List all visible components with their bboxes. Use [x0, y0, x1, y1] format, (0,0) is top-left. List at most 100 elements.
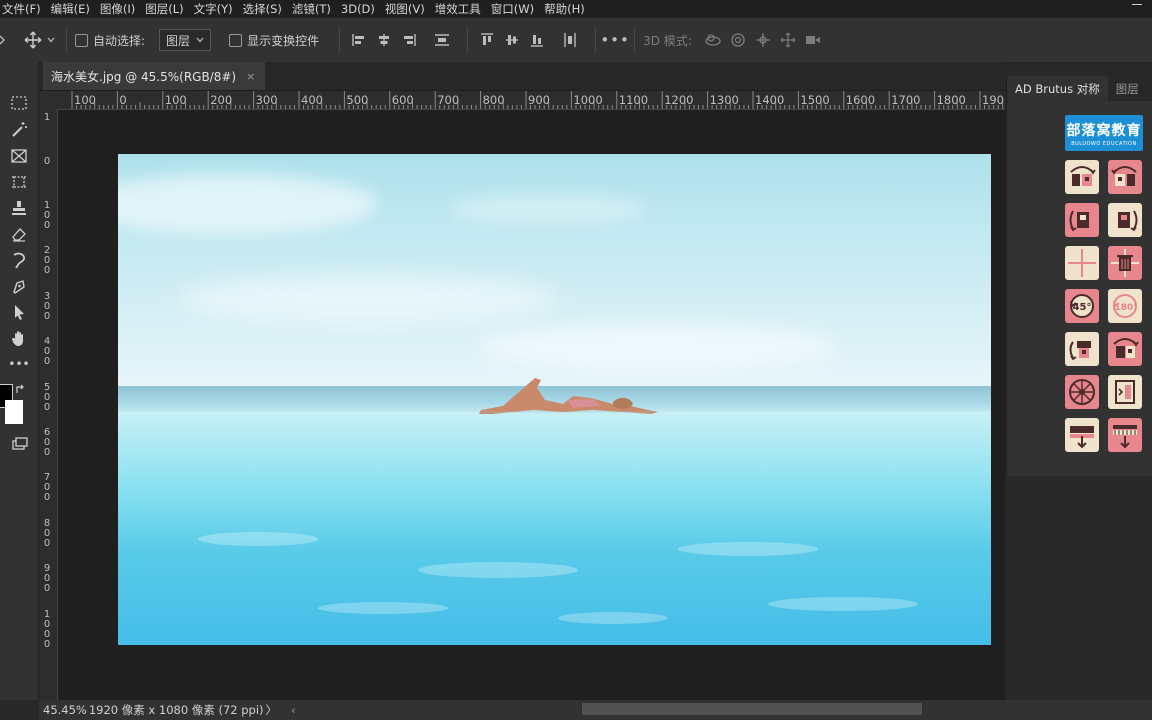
3d-roll-icon[interactable] — [727, 29, 749, 51]
water-ripple — [198, 532, 318, 546]
minimize-icon[interactable] — [1132, 4, 1142, 5]
panel-tabs: AD Brutus 对称 图层 — [1007, 76, 1152, 101]
auto-select-checkbox[interactable] — [75, 33, 88, 47]
stamp-tool-icon[interactable] — [8, 197, 30, 219]
document-tab[interactable]: 海水美女.jpg @ 45.5%(RGB/8#) × — [43, 62, 266, 90]
ruler-left-label: 700 — [42, 473, 52, 503]
flip-horizontal-icon — [1118, 210, 1138, 232]
align-center-h-icon[interactable] — [373, 29, 395, 51]
menu-type[interactable]: 文字(Y) — [189, 1, 238, 17]
mirror-left-icon — [1070, 166, 1096, 186]
water-ripple — [768, 597, 918, 611]
ruler-top-label: 300 — [255, 93, 278, 107]
ruler-top-label: 700 — [437, 93, 460, 107]
frame-tool-icon[interactable] — [8, 145, 30, 167]
pen-tool-icon[interactable] — [8, 275, 30, 297]
rotate-left-button[interactable] — [1065, 332, 1099, 366]
delete-guides-button[interactable] — [1108, 246, 1142, 280]
rotate-right-button[interactable] — [1108, 332, 1142, 366]
layer-dropdown[interactable]: 图层 — [159, 29, 212, 51]
ruler-top-label: 1100 — [618, 93, 649, 107]
ruler-left-digit: 1 — [43, 112, 51, 123]
auto-select-label: 自动选择: — [93, 33, 146, 48]
menu-image[interactable]: 图像(I) — [95, 1, 140, 17]
ruler-left-digit: 0 — [43, 401, 51, 413]
3d-rotate-icon[interactable] — [702, 29, 724, 51]
distribute-v-icon[interactable] — [431, 29, 453, 51]
move-tool-icon[interactable] — [22, 29, 44, 51]
magic-wand-tool-icon[interactable] — [8, 118, 30, 140]
ruler-top-label: 1800 — [936, 93, 966, 107]
menu-file[interactable]: 文件(F) — [0, 1, 46, 17]
close-tab-icon[interactable]: × — [246, 70, 255, 83]
3d-slide-icon[interactable] — [777, 29, 799, 51]
separator — [634, 28, 636, 52]
tools-panel: ••• — [0, 62, 39, 700]
zoom-level[interactable]: 45.45% — [43, 703, 87, 717]
menu-filter[interactable]: 滤镜(T) — [287, 1, 336, 17]
merge-down-button[interactable] — [1108, 418, 1142, 452]
menu-layer[interactable]: 图层(L) — [140, 1, 188, 17]
hand-tool-icon[interactable] — [8, 327, 30, 349]
show-transform-checkbox[interactable] — [229, 33, 243, 47]
chevron-down-icon[interactable] — [44, 29, 58, 51]
menu-view[interactable]: 视图(V) — [380, 1, 430, 17]
menu-window[interactable]: 窗口(W) — [486, 1, 539, 17]
tool-preset-chevron-icon[interactable] — [0, 29, 8, 51]
background-color-swatch[interactable] — [5, 400, 23, 424]
ruler-horizontal[interactable]: 100 0 100 200 300 400 500 600 700 800 900 1000 1100 1… — [57, 91, 1005, 110]
ruler-vertical[interactable]: 101002003004005006007008009001000 — [39, 109, 58, 700]
menu-help[interactable]: 帮助(H) — [539, 1, 590, 17]
more-options-icon[interactable]: ••• — [600, 29, 629, 51]
eraser-tool-icon[interactable] — [8, 223, 30, 245]
image-canvas[interactable] — [118, 154, 991, 645]
cloud — [478, 324, 838, 369]
menu-3d[interactable]: 3D(D) — [336, 2, 380, 16]
menu-plugins[interactable]: 增效工具 — [430, 1, 486, 17]
brand-subtitle: BULUOWO EDUCATION — [1071, 140, 1137, 147]
water-ripple — [558, 612, 668, 624]
symmetry-flip-horizontal-button[interactable] — [1108, 203, 1142, 237]
marquee-tool-icon[interactable] — [8, 92, 30, 114]
svg-text:180°: 180° — [1114, 303, 1137, 313]
crop-tool-icon[interactable] — [8, 171, 30, 193]
align-middle-icon[interactable] — [501, 29, 523, 51]
path-select-tool-icon[interactable] — [8, 301, 30, 323]
screen-mode-icon[interactable] — [8, 434, 30, 456]
ruler-top-label: 800 — [482, 93, 505, 107]
distribute-h-icon[interactable] — [559, 29, 581, 51]
align-bottom-icon[interactable] — [526, 29, 548, 51]
symmetry-flip-vertical-button[interactable] — [1065, 203, 1099, 237]
symmetry-right-button[interactable] — [1108, 160, 1142, 194]
horizontal-scrollbar-thumb[interactable] — [582, 703, 922, 715]
tab-layers[interactable]: 图层 — [1108, 76, 1147, 101]
document-info[interactable]: 1920 像素 x 1080 像素 (72 ppi) — [89, 702, 264, 718]
3d-mode-label: 3D 模式: — [643, 33, 692, 48]
align-right-icon[interactable] — [398, 29, 420, 51]
smudge-tool-icon[interactable] — [8, 249, 30, 271]
align-top-icon[interactable] — [476, 29, 498, 51]
menu-edit[interactable]: 编辑(E) — [46, 1, 95, 17]
rotate-45-button[interactable]: 45° — [1065, 289, 1099, 323]
separator — [66, 28, 67, 52]
3d-pan-icon[interactable] — [752, 29, 774, 51]
export-down-button[interactable] — [1065, 418, 1099, 452]
cloud — [118, 174, 378, 234]
align-left-icon[interactable] — [348, 29, 370, 51]
mirror-frame-button[interactable] — [1108, 375, 1142, 409]
edit-toolbar-icon[interactable]: ••• — [8, 353, 30, 375]
status-expand-icon[interactable]: 〉 — [266, 702, 278, 718]
3d-scale-icon[interactable] — [802, 29, 824, 51]
scroll-left-icon[interactable]: ‹ — [291, 703, 296, 717]
cloud — [448, 194, 648, 224]
ruler-top-label: 600 — [391, 93, 414, 107]
symmetry-left-button[interactable] — [1065, 160, 1099, 194]
rotate-180-button[interactable]: 180° — [1108, 289, 1142, 323]
ruler-origin[interactable] — [39, 91, 58, 110]
add-guides-button[interactable] — [1065, 246, 1099, 280]
menu-select[interactable]: 选择(S) — [238, 1, 287, 17]
radial-wheel-icon — [1069, 379, 1095, 405]
radial-symmetry-button[interactable] — [1065, 375, 1099, 409]
swap-colors-icon[interactable] — [15, 381, 27, 393]
tab-ad-brutus[interactable]: AD Brutus 对称 — [1007, 76, 1108, 101]
